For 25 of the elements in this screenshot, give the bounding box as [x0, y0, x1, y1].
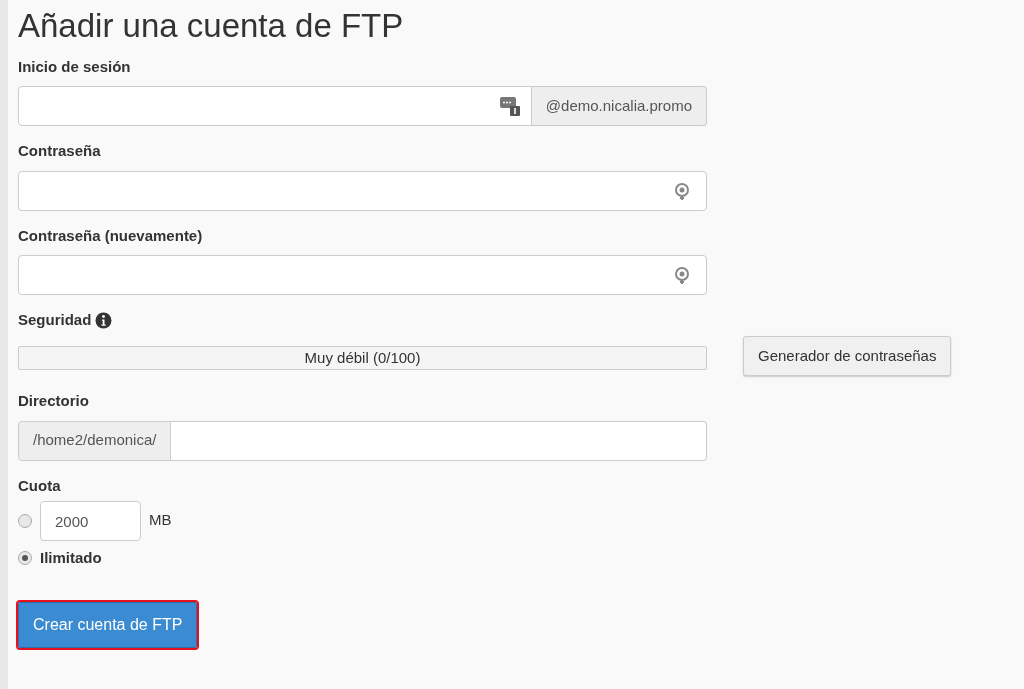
key-icon[interactable] — [672, 180, 692, 201]
radio-button[interactable] — [18, 514, 32, 529]
page-title: Añadir una cuenta de FTP — [18, 6, 405, 46]
create-account-button[interactable]: Crear cuenta de FTP — [18, 601, 198, 648]
unit-label: MB — [149, 510, 172, 531]
field-label: Directorio — [18, 391, 89, 412]
info-icon[interactable] — [95, 311, 113, 329]
field-label: Contraseña — [18, 141, 101, 162]
field-label: Cuota — [18, 475, 61, 496]
field-label: Seguridad — [18, 310, 92, 331]
directory-field[interactable] — [171, 420, 707, 461]
key-icon[interactable] — [672, 265, 692, 286]
quota-field[interactable]: 2000 — [40, 501, 141, 542]
password-generator-button[interactable]: Generador de contraseñas — [743, 335, 952, 377]
directory-prefix: /home2/demonica/ — [18, 420, 172, 461]
strength-reading: Muy débil (0/100) — [304, 347, 421, 368]
option-label: Ilimitado — [40, 548, 102, 569]
username-icon[interactable] — [498, 95, 521, 118]
domain-addon: @demo.nicalia.promo — [531, 86, 707, 127]
field-label: Inicio de sesión — [18, 56, 131, 77]
password-field[interactable] — [18, 170, 707, 211]
password-field[interactable] — [18, 255, 707, 296]
radio-button[interactable] — [18, 551, 32, 566]
field-label: Contraseña (nuevamente) — [18, 225, 203, 246]
username-field[interactable] — [18, 86, 532, 127]
